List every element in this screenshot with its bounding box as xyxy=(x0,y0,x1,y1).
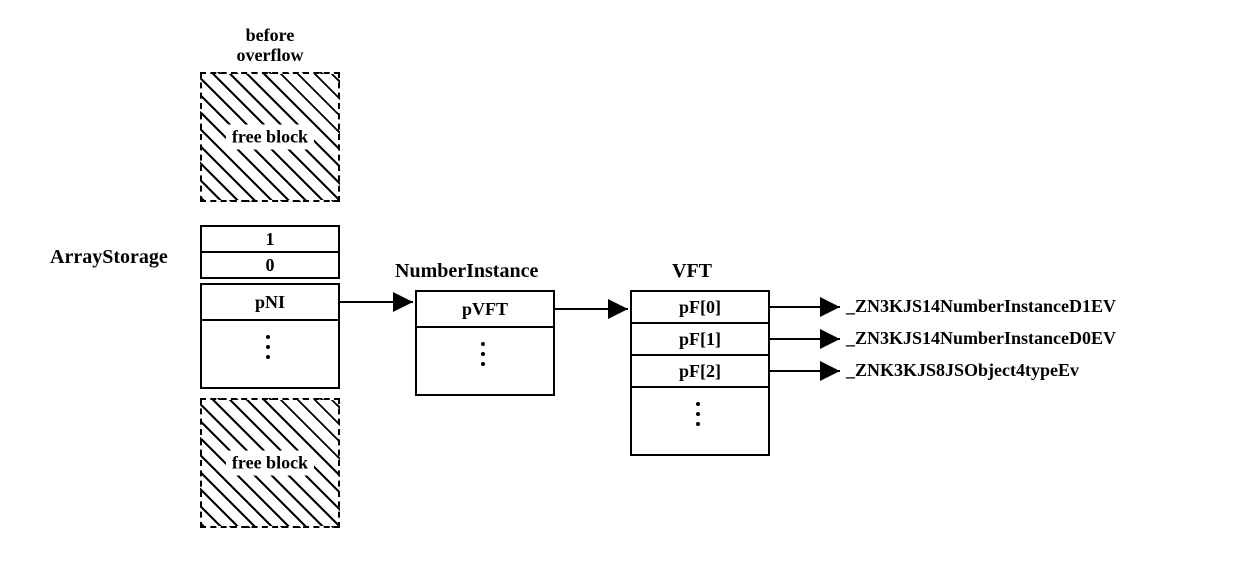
vft-vdots xyxy=(696,402,700,426)
free-block-bottom: free block xyxy=(200,398,340,528)
vft-row-0: pF[0] xyxy=(630,290,770,324)
fn-label-0: _ZN3KJS14NumberInstanceD1EV xyxy=(846,296,1116,317)
free-block-top: free block xyxy=(200,72,340,202)
heading-before-overflow: before overflow xyxy=(200,25,340,65)
array-row-2: pNI xyxy=(200,283,340,321)
vft-body xyxy=(630,386,770,456)
array-row-0: 1 xyxy=(200,225,340,253)
arraystorage-title: ArrayStorage xyxy=(50,246,168,269)
array-row-1: 0 xyxy=(200,251,340,279)
array-vdots xyxy=(266,335,270,359)
ni-row-0: pVFT xyxy=(415,290,555,328)
vft-row-1: pF[1] xyxy=(630,322,770,356)
fn-label-2: _ZNK3KJS8JSObject4typeEv xyxy=(846,360,1079,381)
arrows-layer xyxy=(0,0,1255,587)
free-block-top-label: free block xyxy=(226,125,314,150)
array-body xyxy=(200,319,340,389)
ni-vdots xyxy=(481,342,485,366)
fn-label-1: _ZN3KJS14NumberInstanceD0EV xyxy=(846,328,1116,349)
ni-body xyxy=(415,326,555,396)
numberinstance-title: NumberInstance xyxy=(395,260,538,283)
vft-row-2: pF[2] xyxy=(630,354,770,388)
vft-title: VFT xyxy=(672,260,712,283)
free-block-bottom-label: free block xyxy=(226,451,314,476)
